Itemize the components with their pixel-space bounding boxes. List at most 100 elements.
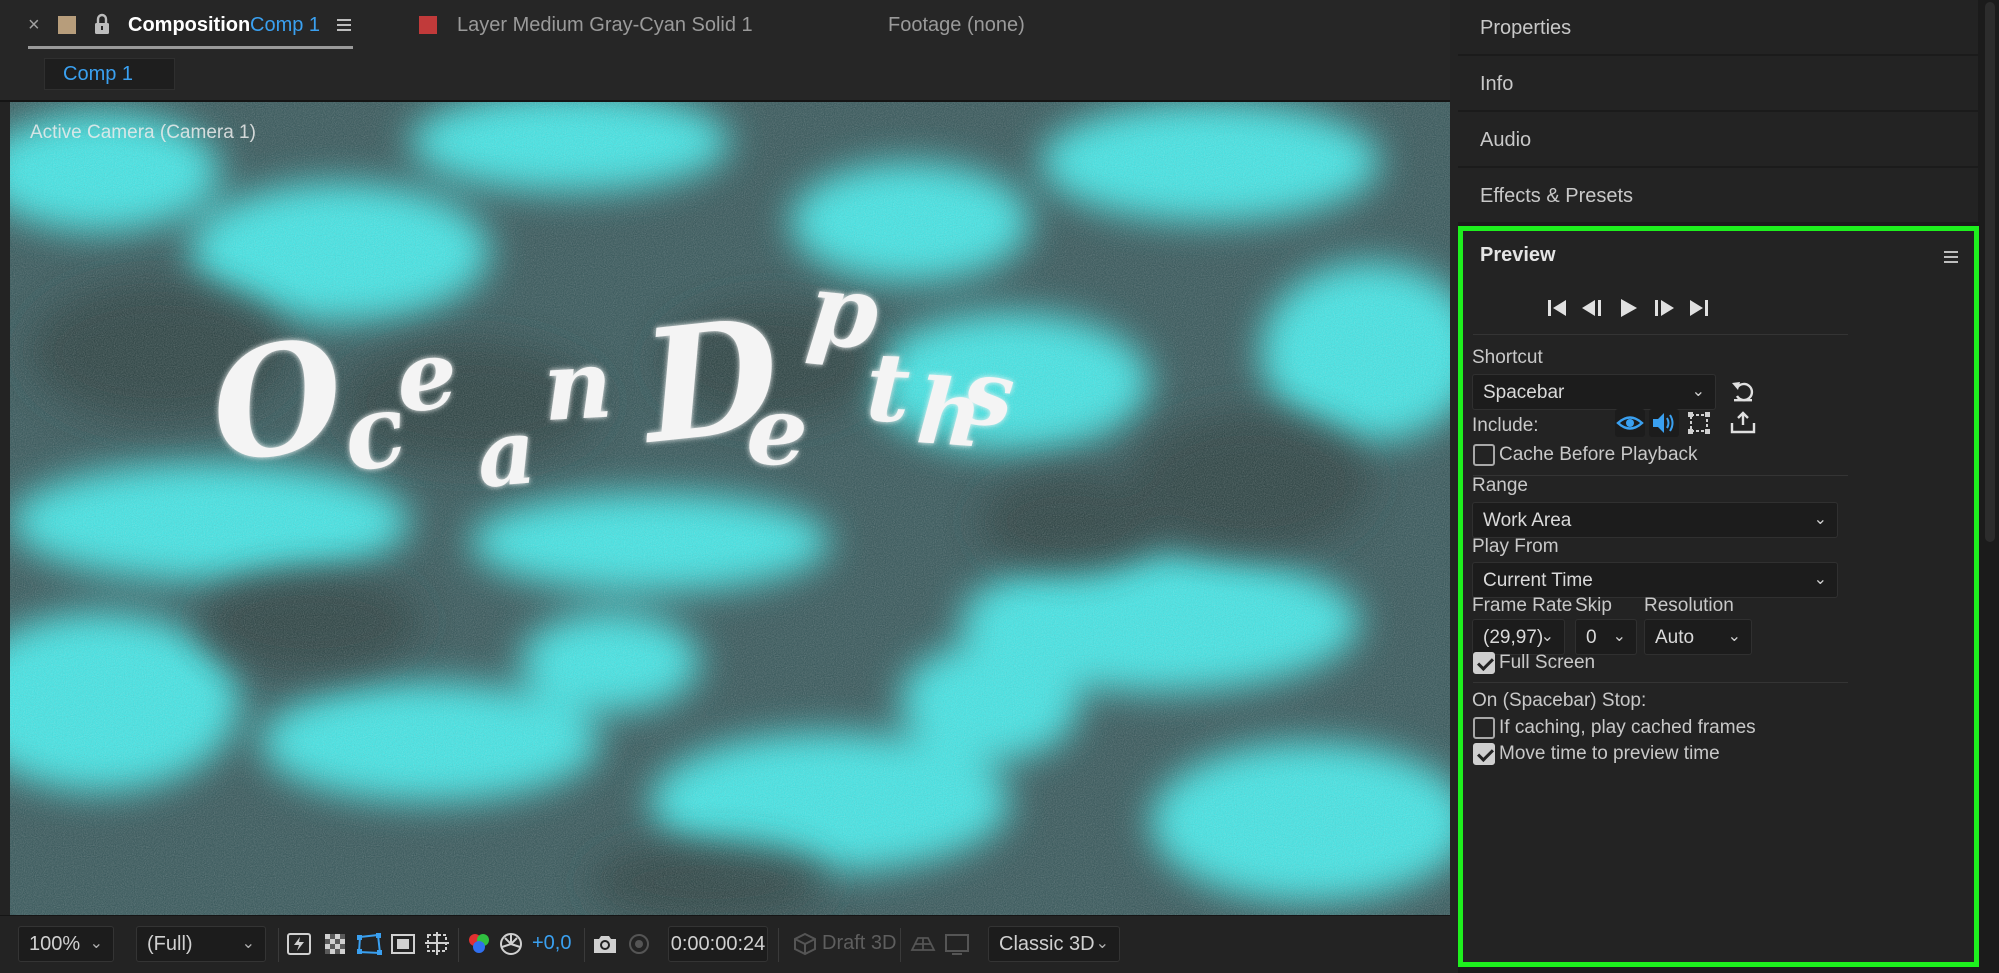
chevron-down-icon: ⌄ [1727,628,1741,645]
audio-panel-header[interactable]: Audio [1458,112,1978,166]
include-audio-speaker-icon[interactable] [1649,409,1679,437]
footage-tab[interactable]: Footage (none) [888,14,1025,37]
last-frame-icon[interactable] [1684,294,1714,322]
title-letter: O [201,305,355,497]
side-panels-scrollbar[interactable] [1979,0,1999,973]
grid-guides-icon[interactable] [422,930,452,958]
3d-renderer-dropdown[interactable]: Classic 3D ⌄ [988,926,1120,962]
range-dropdown[interactable]: Work Area ⌄ [1472,502,1838,538]
skip-value: 0 [1586,627,1597,648]
region-of-interest-icon[interactable] [388,930,418,958]
reset-exposure-icon[interactable] [496,930,526,958]
fast-previews-icon[interactable] [284,930,314,958]
full-screen-label[interactable]: Full Screen [1499,652,1595,674]
title-letter: e [391,318,463,435]
if-caching-label[interactable]: If caching, play cached frames [1499,717,1756,739]
effects-presets-panel-title: Effects & Presets [1480,185,1634,207]
play-from-dropdown[interactable]: Current Time ⌄ [1472,562,1838,598]
info-panel-title: Info [1480,73,1514,95]
composition-tab-comp-name[interactable]: Comp 1 [250,14,320,37]
play-icon[interactable] [1613,294,1643,322]
composition-panel: × Composition Comp 1 Layer Medium Gray-C… [0,0,1450,973]
info-panel-header[interactable]: Info [1458,56,1978,110]
preview-panel-title[interactable]: Preview [1480,244,1556,267]
viewer-toolbar: 100% ⌄ (Full) ⌄ +0,0 0:00:00:24 Draft 3D… [0,915,1450,973]
scrollbar-thumb[interactable] [1985,2,1995,542]
chevron-down-icon: ⌄ [241,935,255,952]
panel-menu-icon[interactable] [1942,247,1960,267]
skip-label: Skip [1575,595,1612,616]
chevron-down-icon: ⌄ [1813,511,1827,528]
viewer-footage-image: Ocean Dept hs [10,102,1450,915]
include-label: Include: [1472,415,1539,436]
draft-3d-cube-icon[interactable] [790,930,820,958]
resolution-value: (Full) [147,933,193,955]
mask-path-visibility-icon[interactable] [354,930,384,958]
layer-color-swatch [419,16,437,34]
chevron-down-icon: ⌄ [1813,571,1827,588]
chevron-down-icon: ⌄ [1691,383,1705,400]
frame-rate-dropdown[interactable]: (29,97) ⌄ [1472,619,1565,655]
toolbar-divider [278,928,279,962]
composition-tab-label[interactable]: Composition [128,14,250,37]
full-screen-checkbox[interactable] [1473,652,1495,674]
transparency-grid-icon[interactable] [320,930,350,958]
layer-tab[interactable]: Layer Medium Gray-Cyan Solid 1 [457,14,753,37]
skip-dropdown[interactable]: 0 ⌄ [1575,619,1637,655]
title-letter: e [743,374,811,489]
resolution-label: Resolution [1644,595,1734,616]
lock-icon[interactable] [92,13,112,35]
color-channels-icon[interactable] [464,930,494,958]
panel-menu-icon[interactable] [336,15,354,35]
composition-navigator [0,50,1450,102]
toolbar-divider [900,928,901,962]
comp-subtab[interactable]: Comp 1 [44,58,175,90]
move-time-checkbox[interactable] [1473,743,1495,765]
snapshot-camera-icon[interactable] [590,930,620,958]
shortcut-label: Shortcut [1472,347,1543,368]
current-time-display[interactable]: 0:00:00:24 [668,926,768,962]
chevron-down-icon: ⌄ [1095,935,1109,952]
extended-viewer-icon[interactable] [942,930,972,958]
renderer-value: Classic 3D [999,933,1095,955]
if-caching-checkbox[interactable] [1473,717,1495,739]
preview-resolution-dropdown[interactable]: Auto ⌄ [1644,619,1752,655]
resolution-dropdown[interactable]: (Full) ⌄ [136,926,266,962]
cache-before-playback-label[interactable]: Cache Before Playback [1499,444,1698,466]
export-output-icon[interactable] [1728,409,1758,437]
play-from-label: Play From [1472,536,1559,557]
exposure-value[interactable]: +0,0 [532,932,571,955]
reset-shortcut-icon[interactable] [1728,378,1758,406]
range-label: Range [1472,475,1528,496]
first-frame-icon[interactable] [1542,294,1572,322]
preview-divider [1473,475,1848,476]
cache-before-playback-checkbox[interactable] [1473,444,1495,466]
title-letter: a [473,398,540,509]
play-from-value: Current Time [1483,570,1593,591]
properties-panel-header[interactable]: Properties [1458,0,1978,54]
composition-viewer[interactable]: OceanDepths Active Camera (Camera 1) [10,102,1450,915]
title-letter: t [864,332,912,444]
frame-rate-label: Frame Rate [1472,595,1573,616]
move-time-label[interactable]: Move time to preview time [1499,743,1720,765]
include-overlays-icon[interactable] [1684,409,1714,437]
3d-ground-plane-icon[interactable] [908,930,938,958]
title-letter: s [957,338,1019,449]
shortcut-dropdown[interactable]: Spacebar ⌄ [1472,374,1716,410]
preview-divider [1473,334,1848,335]
spacebar-stop-label: On (Spacebar) Stop: [1472,690,1647,711]
magnification-dropdown[interactable]: 100% ⌄ [18,926,114,962]
composition-color-swatch [58,16,76,34]
draft-3d-label[interactable]: Draft 3D [822,932,896,955]
include-video-eye-icon[interactable] [1615,409,1645,437]
timecode-value: 0:00:00:24 [670,933,766,955]
effects-presets-panel-header[interactable]: Effects & Presets [1458,168,1978,222]
next-frame-icon[interactable] [1649,294,1679,322]
show-snapshot-icon[interactable] [624,930,654,958]
toolbar-divider [458,928,459,962]
previous-frame-icon[interactable] [1577,294,1607,322]
frame-rate-value: (29,97) [1483,627,1544,648]
close-panel-icon[interactable]: × [28,14,40,37]
chevron-down-icon: ⌄ [1540,628,1554,645]
title-letter: n [540,329,615,443]
